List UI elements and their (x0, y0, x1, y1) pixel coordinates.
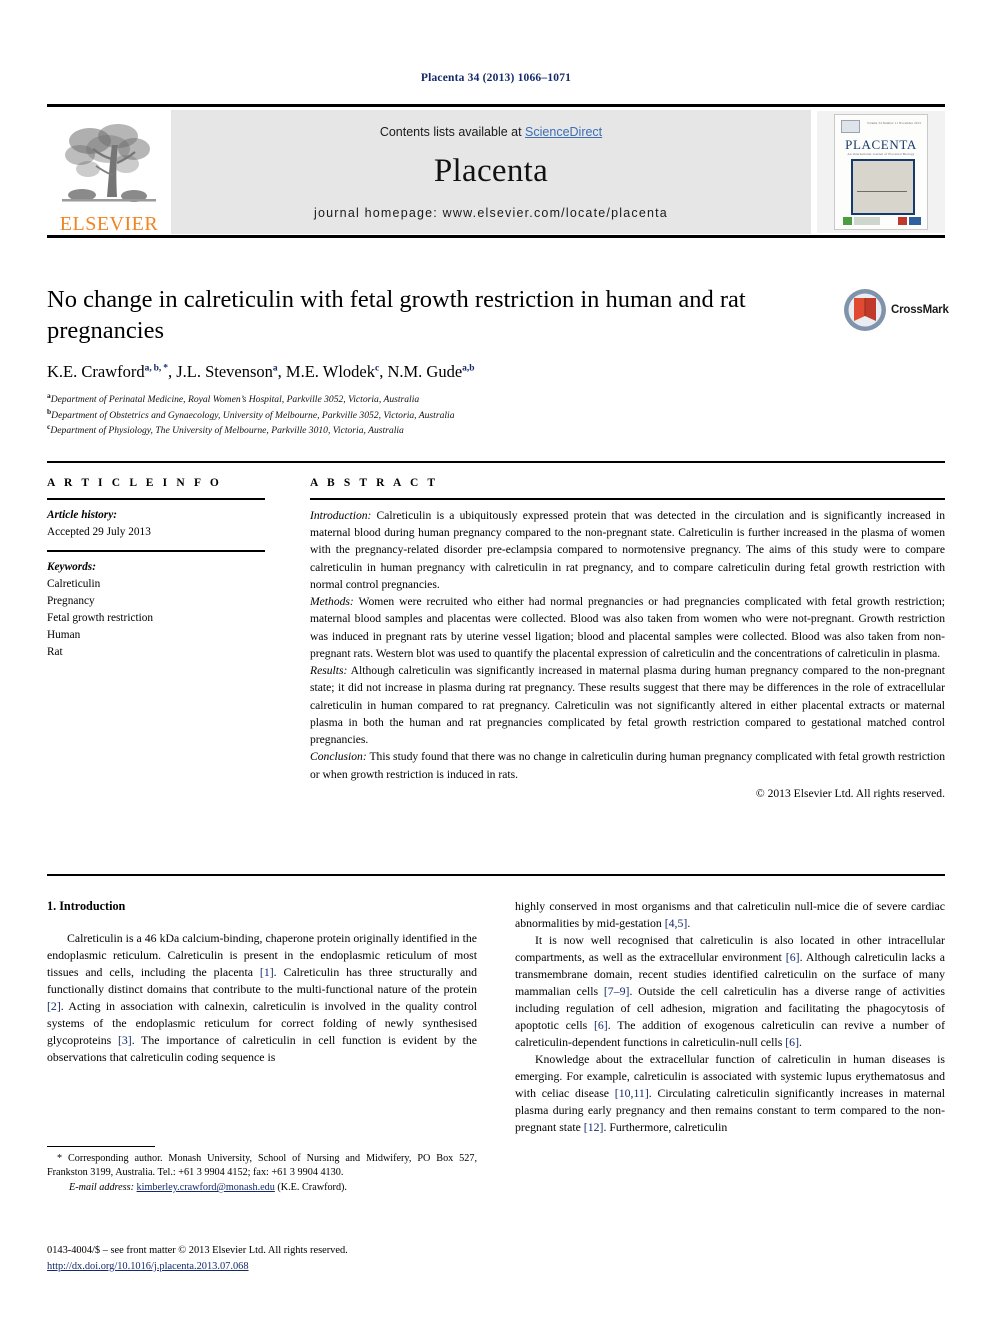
reference-citation[interactable]: [6] (786, 950, 800, 964)
reference-citation[interactable]: [6] (785, 1035, 799, 1049)
masthead-rule-top (47, 104, 945, 107)
email-link[interactable]: kimberley.crawford@monash.edu (137, 1182, 275, 1193)
abstract-section-text: This study found that there was no chang… (310, 750, 945, 781)
crossmark-label: CrossMark (891, 304, 949, 316)
journal-masthead: ELSEVIER Contents lists available at Sci… (47, 104, 945, 238)
abstract-heading: A B S T R A C T (310, 477, 439, 489)
imprint-line: 0143-4004/$ – see front matter © 2013 El… (47, 1245, 348, 1256)
keyword-item: Human (47, 628, 81, 641)
keyword-item: Rat (47, 645, 63, 658)
abstract-rule-top (47, 461, 945, 463)
author-list: K.E. Crawforda, b, *, J.L. Stevensona, M… (47, 361, 475, 381)
elsevier-wordmark: ELSEVIER (59, 213, 159, 235)
email-suffix: (K.E. Crawford). (274, 1181, 347, 1193)
article-info-heading: A R T I C L E I N F O (47, 477, 222, 489)
elsevier-logo: ELSEVIER (47, 110, 171, 234)
paper-page: Placenta 34 (2013) 1066–1071 ELSEVIER Co… (0, 0, 992, 1323)
cover-badge-text (854, 217, 880, 225)
affiliation-text: Department of Obstetrics and Gynaecology… (51, 409, 455, 421)
affiliation-text: Department of Physiology, The University… (50, 425, 404, 437)
article-history-label: Article history: (47, 509, 117, 521)
cover-minibox (841, 120, 860, 133)
affiliation-item: bDepartment of Obstetrics and Gynaecolog… (47, 407, 837, 423)
cover-badge-red (898, 217, 907, 225)
cover-badge-green (843, 217, 852, 225)
abstract-copyright: © 2013 Elsevier Ltd. All rights reserved… (755, 786, 945, 800)
abstract-paragraph: Methods: Women were recruited who either… (310, 593, 945, 662)
abstract-section-text: Women were recruited who either had norm… (310, 595, 945, 660)
reference-citation[interactable]: [4,5] (665, 916, 688, 930)
body-paragraph: highly conserved in most organisms and t… (515, 899, 945, 931)
abstract-section-label: Results: (310, 664, 348, 678)
sciencedirect-link[interactable]: ScienceDirect (525, 125, 602, 139)
keyword-item: Pregnancy (47, 594, 95, 607)
footnote-rule (47, 1146, 155, 1147)
cover-figure-image (851, 159, 915, 215)
article-info-block: A R T I C L E I N F O Article history: A… (47, 477, 265, 661)
article-history-value: Accepted 29 July 2013 (47, 525, 151, 538)
keywords-label: Keywords: (47, 560, 96, 573)
abstract-paragraph: Introduction: Calreticulin is a ubiquito… (310, 507, 945, 593)
journal-band: Contents lists available at ScienceDirec… (171, 110, 811, 234)
crossmark-badge-icon (844, 289, 886, 331)
body-column-left: 1. Introduction Calreticulin is a 46 kDa… (47, 898, 477, 1066)
contents-line: Contents lists available at ScienceDirec… (171, 110, 811, 139)
cover-inner: Volume 34 Number 11 November 2013 PLACEN… (834, 114, 928, 230)
doi-link[interactable]: http://dx.doi.org/10.1016/j.placenta.201… (47, 1261, 249, 1272)
reference-citation[interactable]: [10,11] (615, 1086, 649, 1100)
email-note: E-mail address: kimberley.crawford@monas… (47, 1181, 477, 1195)
reference-citation[interactable]: [12] (584, 1120, 604, 1134)
abstract-rule (310, 498, 945, 500)
reference-citation[interactable]: [2] (47, 999, 61, 1013)
article-info-rule (47, 498, 265, 500)
contents-prefix: Contents lists available at (379, 125, 526, 139)
abstract-section-text: Calreticulin is a ubiquitously expressed… (310, 509, 945, 591)
cover-journal-subtitle: An International Journal of Placental Bi… (847, 152, 915, 156)
abstract-section-label: Conclusion: (310, 750, 367, 764)
imprint-block: 0143-4004/$ – see front matter © 2013 El… (47, 1243, 497, 1274)
body-paragraph: Knowledge about the extracellular functi… (515, 1052, 945, 1135)
journal-cover-thumbnail[interactable]: Volume 34 Number 11 November 2013 PLACEN… (817, 111, 945, 233)
page-title: No change in calreticulin with fetal gro… (47, 286, 746, 344)
footnote-block: * Corresponding author. Monash Universit… (47, 1146, 477, 1195)
reference-citation[interactable]: [3] (118, 1033, 132, 1047)
corresponding-author-note: * Corresponding author. Monash Universit… (47, 1153, 477, 1179)
cover-journal-title: PLACENTA (845, 137, 917, 152)
reference-citation[interactable]: [6] (594, 1018, 608, 1032)
elsevier-tree-icon (62, 124, 156, 202)
journal-homepage[interactable]: journal homepage: www.elsevier.com/locat… (171, 206, 811, 220)
abstract-section-label: Introduction: (310, 509, 372, 522)
abstract-block: A B S T R A C T Introduction: Calreticul… (310, 477, 945, 802)
email-label: E-mail address: (69, 1181, 134, 1193)
body-column-right: highly conserved in most organisms and t… (515, 898, 945, 1136)
abstract-paragraph: Conclusion: This study found that there … (310, 748, 945, 782)
abstract-section-text: Although calreticulin was significantly … (310, 664, 945, 747)
title-block: No change in calreticulin with fetal gro… (47, 285, 837, 438)
keyword-item: Calreticulin (47, 577, 101, 590)
keywords-rule (47, 549, 265, 552)
affiliation-text: Department of Perinatal Medicine, Royal … (50, 393, 420, 405)
abstract-paragraph: Results: Although calreticulin was signi… (310, 662, 945, 748)
abstract-rule-bottom (47, 874, 945, 876)
crossmark-widget[interactable]: CrossMark (843, 288, 949, 340)
affiliation-list: aDepartment of Perinatal Medicine, Royal… (47, 391, 837, 438)
cover-badge-blue (909, 217, 921, 225)
running-head: Placenta 34 (2013) 1066–1071 (420, 72, 572, 84)
affiliation-item: aDepartment of Perinatal Medicine, Royal… (47, 391, 837, 407)
section-heading-introduction: 1. Introduction (47, 899, 126, 913)
reference-citation[interactable]: [7–9] (604, 984, 630, 998)
masthead-rule-bottom (47, 235, 945, 238)
reference-citation[interactable]: [1] (260, 965, 274, 979)
body-paragraph: It is now well recognised that calreticu… (515, 933, 945, 1050)
cover-issue-text: Volume 34 Number 11 November 2013 (866, 121, 921, 125)
body-paragraph: Calreticulin is a 46 kDa calcium-binding… (47, 930, 477, 1064)
journal-title: Placenta (433, 153, 549, 189)
affiliation-item: cDepartment of Physiology, The Universit… (47, 422, 837, 438)
keyword-item: Fetal growth restriction (47, 611, 154, 624)
cover-topbar: Volume 34 Number 11 November 2013 (841, 120, 921, 133)
abstract-section-label: Methods: (310, 595, 354, 609)
